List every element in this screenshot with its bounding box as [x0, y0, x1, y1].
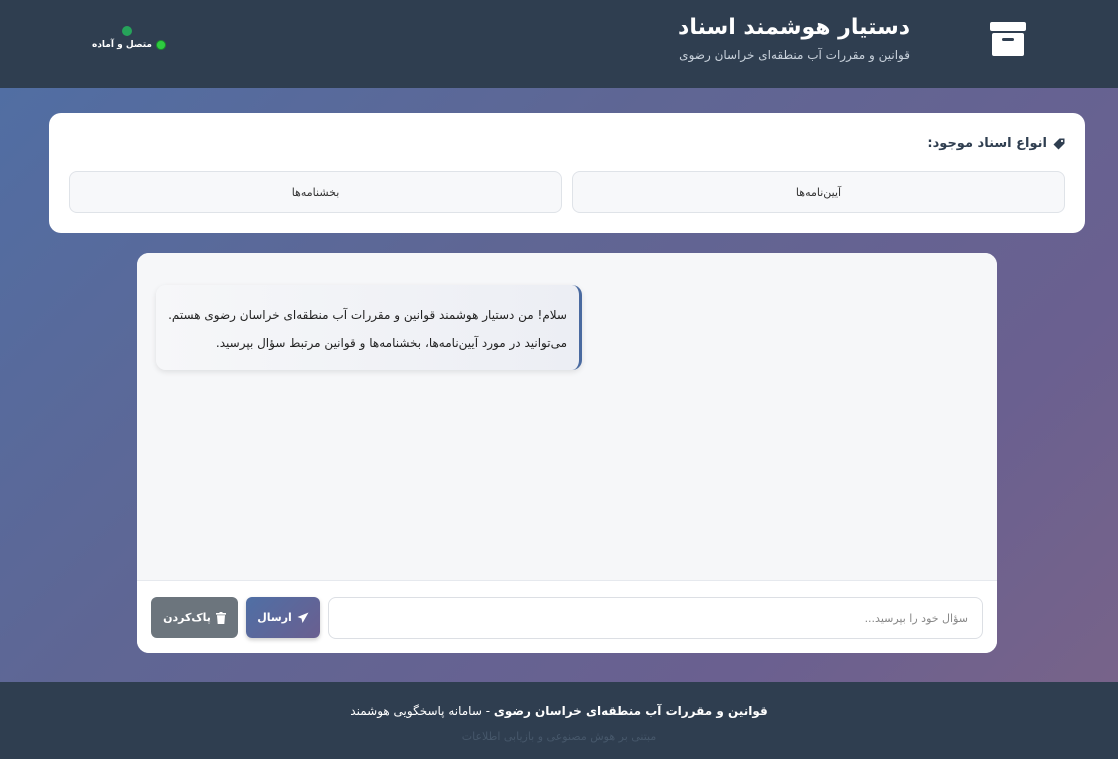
footer-system-name: - سامانه پاسخگویی هوشمند: [350, 704, 494, 718]
clear-button[interactable]: پاک‌کردن: [151, 597, 238, 638]
status-indicator-dot: [122, 26, 132, 36]
send-button[interactable]: ارسال: [246, 597, 320, 638]
doc-type-regulations-button[interactable]: آیین‌نامه‌ها: [572, 171, 1065, 213]
doc-type-circulars-button[interactable]: بخشنامه‌ها: [69, 171, 562, 213]
message-line: سلام! من دستیار هوشمند قوانین و مقررات آ…: [168, 308, 567, 322]
doc-types-label: انواع اسناد موجود:: [927, 136, 1047, 151]
app-footer: قوانین و مقررات آب منطقه‌ای خراسان رضوی …: [0, 682, 1118, 759]
send-label: ارسال: [257, 611, 292, 624]
status-dot-icon: [155, 40, 166, 50]
message-line: می‌توانید در مورد آیین‌نامه‌ها، بخشنامه‌…: [215, 336, 567, 350]
assistant-welcome-message: سلام! من دستیار هوشمند قوانین و مقررات آ…: [156, 285, 582, 370]
clear-label: پاک‌کردن: [163, 611, 211, 624]
chat-messages-area[interactable]: سلام! من دستیار هوشمند قوانین و مقررات آ…: [137, 253, 997, 580]
chat-panel: سلام! من دستیار هوشمند قوانین و مقررات آ…: [137, 253, 997, 653]
connection-status: متصل و آماده: [92, 40, 166, 50]
footer-subtext: مبتنی بر هوش مصنوعی و بازیابی اطلاعات: [461, 730, 657, 743]
status-text: متصل و آماده: [92, 40, 152, 50]
footer-main-text: قوانین و مقررات آب منطقه‌ای خراسان رضوی …: [0, 704, 1118, 718]
page-subtitle: قوانین و مقررات آب منطقه‌ای خراسان رضوی: [679, 48, 910, 62]
footer-org-name: قوانین و مقررات آب منطقه‌ای خراسان رضوی: [493, 704, 768, 718]
archive-box-icon: [990, 22, 1026, 56]
app-header: دستیار هوشمند اسناد قوانین و مقررات آب م…: [0, 0, 1118, 88]
chat-input-bar: ارسال پاک‌کردن: [137, 580, 997, 653]
paper-plane-icon: [297, 612, 309, 624]
question-input[interactable]: [328, 597, 983, 639]
trash-icon: [215, 611, 226, 624]
page-title: دستیار هوشمند اسناد: [678, 15, 910, 40]
doc-types-heading: انواع اسناد موجود:: [927, 136, 1065, 151]
doc-types-card: انواع اسناد موجود: آیین‌نامه‌ها بخشنامه‌…: [49, 113, 1085, 233]
tag-icon: [1053, 138, 1065, 150]
doc-type-label: آیین‌نامه‌ها: [795, 185, 842, 199]
doc-type-label: بخشنامه‌ها: [291, 185, 340, 199]
